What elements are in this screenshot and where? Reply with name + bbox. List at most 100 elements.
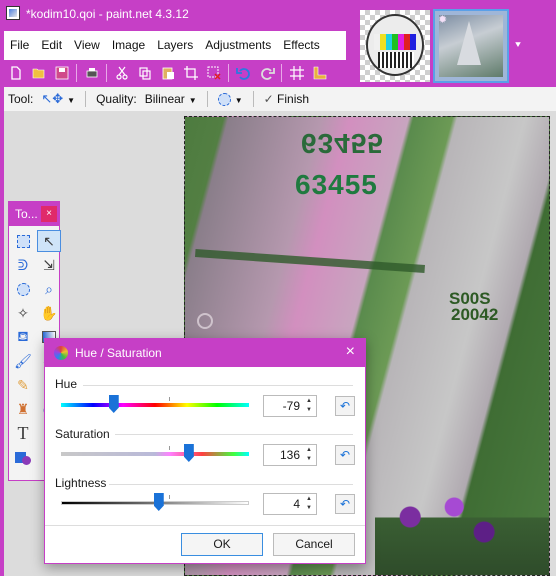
slider-tick <box>169 495 170 499</box>
ellipse-select-icon[interactable] <box>11 278 35 300</box>
reset-icon: ↶ <box>339 448 351 462</box>
zoom-icon[interactable]: ⌕ <box>37 278 61 300</box>
test-pattern-bars <box>374 34 416 50</box>
menu-effects[interactable]: Effects <box>277 31 325 60</box>
saturation-value: 136 <box>279 448 300 462</box>
magic-wand-icon[interactable]: ✧ <box>11 302 35 324</box>
spin-down-icon[interactable]: ▼ <box>303 406 315 415</box>
undo-icon[interactable] <box>232 62 255 84</box>
quality-label: Quality: <box>96 92 137 106</box>
hue-value-field[interactable]: -79 ▲ ▼ <box>263 395 317 417</box>
sail-batten <box>195 248 425 274</box>
section-divider <box>83 385 353 386</box>
paintnet-app-icon <box>6 6 20 20</box>
lightness-slider-thumb[interactable] <box>153 493 164 511</box>
lightness-label: Lightness <box>55 476 107 490</box>
text-icon[interactable]: T <box>11 422 35 444</box>
redo-icon[interactable] <box>255 62 278 84</box>
tools-window-titlebar[interactable]: To... × <box>9 202 59 226</box>
hue-saturation-dialog: Hue / Saturation × Hue -79 ▲ ▼ ↶ Saturati… <box>44 338 366 564</box>
saturation-slider-track[interactable] <box>61 452 249 456</box>
hue-reset-button[interactable]: ↶ <box>335 396 355 416</box>
tools-close-button[interactable]: × <box>41 206 57 222</box>
selection-mode-dropdown[interactable]: ▼ <box>214 92 247 107</box>
lightness-spinner[interactable]: ▲ ▼ <box>303 495 315 513</box>
menu-image[interactable]: Image <box>106 31 151 60</box>
saturation-spinner[interactable]: ▲ ▼ <box>303 446 315 464</box>
chevron-down-icon: ▼ <box>67 96 76 105</box>
copy-icon[interactable] <box>133 62 156 84</box>
rectangle-select-icon[interactable] <box>11 230 35 252</box>
save-icon[interactable] <box>50 62 73 84</box>
quality-dropdown[interactable]: Bilinear ▼ <box>141 92 201 106</box>
move-selected-icon[interactable]: ⇲ <box>37 254 61 276</box>
sail-number-mirrored: 63455 <box>301 128 384 159</box>
pencil-icon[interactable]: ✎ <box>11 374 35 396</box>
spin-up-icon[interactable]: ▲ <box>303 397 315 406</box>
grid-icon[interactable] <box>285 62 308 84</box>
spin-down-icon[interactable]: ▼ <box>303 504 315 513</box>
reset-icon: ↶ <box>339 497 351 511</box>
sail-number: 63455 <box>295 169 378 200</box>
lightness-value-field[interactable]: 4 ▲ ▼ <box>263 493 317 515</box>
finish-button[interactable]: ✓ Finish <box>260 92 313 106</box>
pan-icon[interactable]: ✋ <box>37 302 61 324</box>
saturation-value-field[interactable]: 136 ▲ ▼ <box>263 444 317 466</box>
menu-edit[interactable]: Edit <box>35 31 68 60</box>
dialog-close-button[interactable]: × <box>346 343 355 361</box>
tool-selector[interactable]: ↖✥ ▼ <box>37 91 79 107</box>
chevron-down-icon: ▼ <box>188 96 197 105</box>
spin-up-icon[interactable]: ▲ <box>303 495 315 504</box>
toolbar-separator <box>228 64 229 82</box>
finish-label: Finish <box>277 92 310 106</box>
deselect-icon[interactable] <box>202 62 225 84</box>
paint-bucket-icon[interactable]: ⛾ <box>11 326 35 348</box>
color-wheel-icon <box>54 346 68 360</box>
open-icon[interactable] <box>27 62 50 84</box>
move-selection-icon[interactable]: ↖ <box>37 230 61 252</box>
options-separator <box>206 91 208 107</box>
hue-slider-track[interactable] <box>61 403 249 407</box>
hue-label: Hue <box>55 377 78 391</box>
tools-window-title: To... <box>15 207 38 221</box>
sail-ring <box>197 313 213 329</box>
hue-spinner[interactable]: ▲ ▼ <box>303 397 315 415</box>
lightness-value: 4 <box>293 497 300 511</box>
saturation-slider-thumb[interactable] <box>183 444 194 462</box>
lightness-reset-button[interactable]: ↶ <box>335 494 355 514</box>
cut-icon[interactable] <box>110 62 133 84</box>
toolbar-separator <box>281 64 282 82</box>
selection-circle-icon <box>217 93 231 107</box>
clone-stamp-icon[interactable]: ♜ <box>11 398 35 420</box>
tool-options-bar: Tool: ↖✥ ▼ Quality: Bilinear ▼ ▼ ✓ Finish <box>4 87 556 111</box>
saturation-label: Saturation <box>55 427 110 441</box>
ruler-icon[interactable] <box>308 62 331 84</box>
move-selected-icon: ↖✥ <box>41 91 64 106</box>
spin-up-icon[interactable]: ▲ <box>303 446 315 455</box>
image-tab-test-pattern[interactable] <box>360 10 430 82</box>
shapes-icon[interactable] <box>11 446 35 468</box>
crop-icon[interactable] <box>179 62 202 84</box>
hue-slider-thumb[interactable] <box>108 395 119 413</box>
paintbrush-icon[interactable]: 🖌 <box>11 350 35 372</box>
dialog-titlebar[interactable]: Hue / Saturation × <box>45 339 365 367</box>
checkmark-icon: ✓ <box>263 92 274 106</box>
sail-number-right: 20042 <box>451 305 499 324</box>
boat-crew <box>375 477 549 575</box>
lasso-select-icon[interactable]: ᕲ <box>11 254 35 276</box>
menu-layers[interactable]: Layers <box>151 31 199 60</box>
menu-adjustments[interactable]: Adjustments <box>199 31 277 60</box>
paste-icon[interactable] <box>156 62 179 84</box>
image-list-chevron-icon[interactable]: ⯆ <box>514 40 522 51</box>
menu-file[interactable]: File <box>4 31 35 60</box>
new-icon[interactable] <box>4 62 27 84</box>
tool-label: Tool: <box>8 92 34 106</box>
saturation-reset-button[interactable]: ↶ <box>335 445 355 465</box>
options-separator <box>85 91 87 107</box>
section-divider <box>115 434 353 435</box>
print-icon[interactable] <box>80 62 103 84</box>
menu-view[interactable]: View <box>68 31 106 60</box>
ok-button[interactable]: OK <box>181 533 263 556</box>
spin-down-icon[interactable]: ▼ <box>303 455 315 464</box>
cancel-button[interactable]: Cancel <box>273 533 355 556</box>
